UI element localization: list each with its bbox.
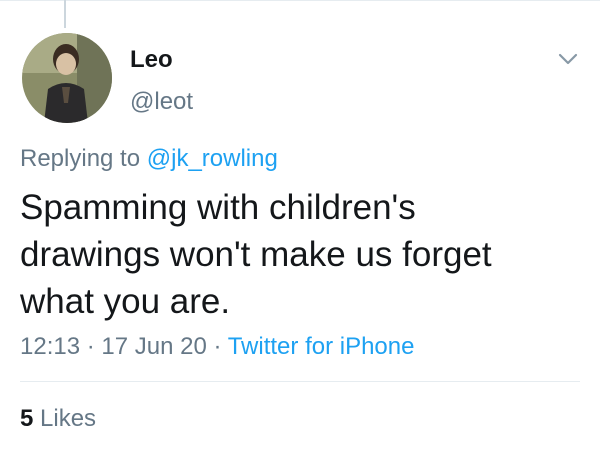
divider bbox=[20, 381, 580, 382]
avatar[interactable] bbox=[22, 33, 112, 123]
tweet-meta: 12:13 · 17 Jun 20 · Twitter for iPhone bbox=[20, 332, 414, 362]
replying-to-line: Replying to @jk_rowling bbox=[20, 144, 278, 174]
tweet-text: Spamming with children's drawings won't … bbox=[20, 188, 492, 321]
tweet-date[interactable]: 17 Jun 20 bbox=[101, 333, 206, 360]
reply-mention-link[interactable]: @jk_rowling bbox=[147, 145, 278, 172]
likes-label: Likes bbox=[33, 405, 97, 432]
meta-separator: · bbox=[80, 333, 102, 360]
meta-separator: · bbox=[206, 333, 228, 360]
tweet-time[interactable]: 12:13 bbox=[20, 333, 80, 360]
likes-count: 5 bbox=[20, 405, 34, 432]
replying-to-prefix: Replying to bbox=[20, 145, 147, 172]
author-display-name[interactable]: Leo bbox=[130, 46, 173, 74]
author-handle[interactable]: @leot bbox=[130, 88, 193, 116]
tweet-source-link[interactable]: Twitter for iPhone bbox=[228, 333, 415, 360]
thread-connector-line bbox=[64, 0, 66, 28]
top-border bbox=[0, 0, 600, 1]
chevron-down-icon[interactable] bbox=[556, 50, 580, 68]
likes-stat[interactable]: 5 Likes bbox=[20, 404, 96, 434]
